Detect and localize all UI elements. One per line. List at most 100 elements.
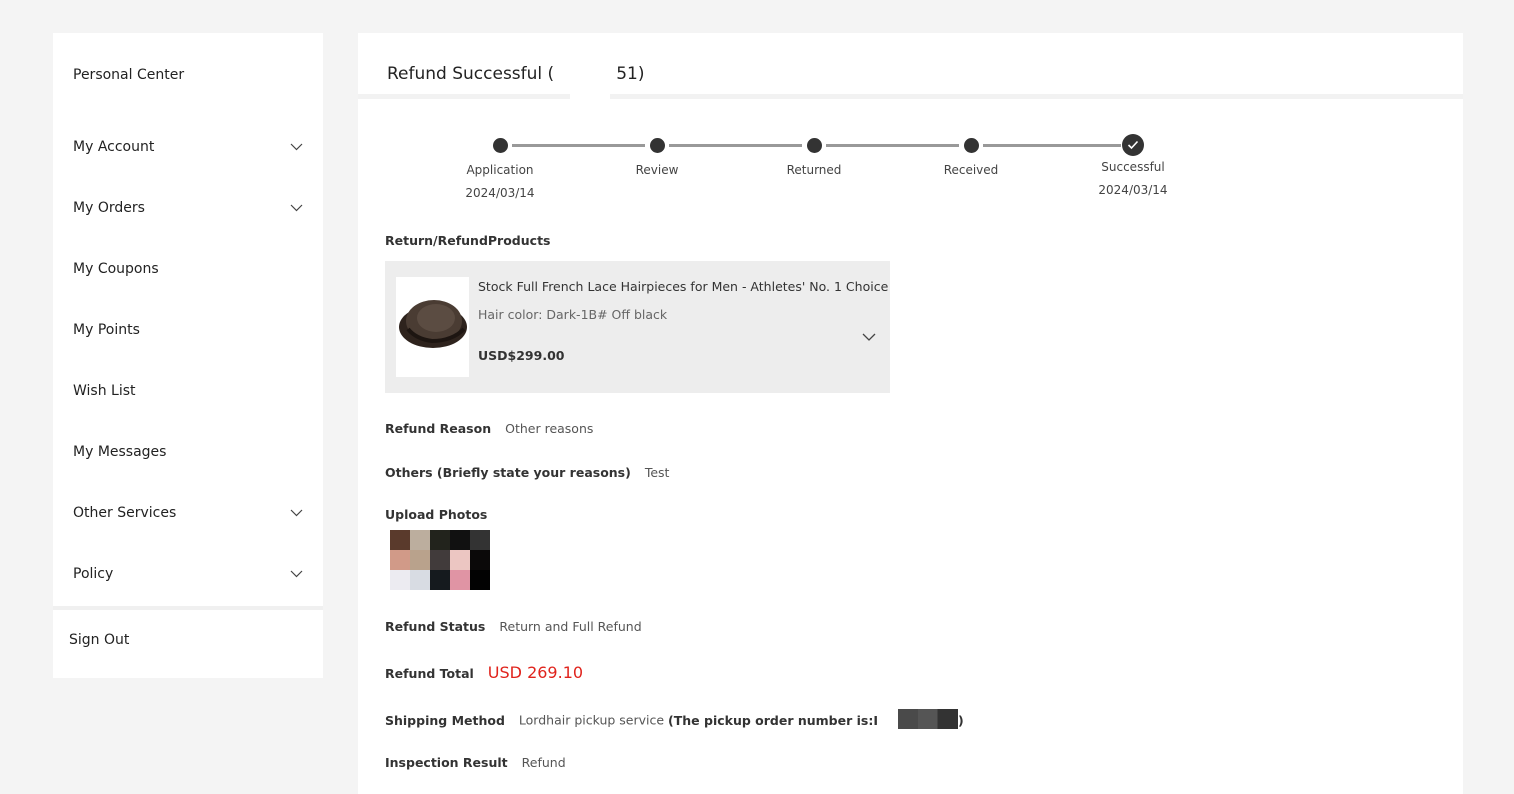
shipping-method-value: Lordhair pickup service (The pickup orde… (518, 709, 964, 731)
product-name: Stock Full French Lace Hairpieces for Me… (478, 279, 889, 294)
others-reason-row: Others (Briefly state your reasons) Test (385, 465, 669, 480)
inspection-result-row: Inspection Result Refund (385, 755, 566, 770)
sidebar-item-my-points[interactable]: My Points (53, 299, 323, 360)
upload-photos-label: Upload Photos (385, 507, 488, 522)
header-divider-gap (570, 94, 610, 99)
product-image (396, 277, 469, 377)
photo-pixel (430, 530, 450, 550)
step-dot-icon (492, 138, 508, 153)
sidebar-item-label: My Points (73, 321, 140, 338)
photo-pixel (390, 550, 410, 570)
step-label: Returned (786, 163, 842, 177)
photo-pixel (470, 570, 490, 590)
photo-pixel (410, 570, 430, 590)
photo-pixel (390, 530, 410, 550)
product-variant: Hair color: Dark-1B# Off black (478, 307, 668, 322)
others-reason-value: Test (644, 465, 670, 480)
photo-pixel (430, 570, 450, 590)
photo-pixel (430, 550, 450, 570)
refund-total-value: USD 269.10 (487, 663, 584, 682)
sidebar-item-policy[interactable]: Policy (53, 543, 323, 604)
step-label: Application (466, 163, 534, 177)
step-dot-icon (649, 138, 665, 153)
inspection-result-label: Inspection Result (385, 755, 508, 770)
chevron-down-icon[interactable] (289, 506, 303, 520)
sidebar-item-my-coupons[interactable]: My Coupons (53, 238, 323, 299)
sidebar-item-label: Personal Center (73, 66, 185, 83)
step-returned: Returned (754, 136, 874, 177)
chevron-down-icon[interactable] (289, 201, 303, 215)
chevron-down-icon[interactable] (289, 140, 303, 154)
sidebar-item-label: Policy (73, 565, 114, 582)
sidebar-item-personal-center[interactable]: Personal Center (53, 33, 323, 116)
main-panel: Refund Successful ( 51) Application 2024/0… (358, 33, 1463, 794)
page-title-prefix: Refund Successful ( (387, 64, 555, 84)
sidebar-item-my-messages[interactable]: My Messages (53, 421, 323, 482)
refund-reason-label: Refund Reason (385, 421, 492, 436)
photo-pixel (450, 550, 470, 570)
redacted-pickup-number (898, 709, 959, 729)
hairpiece-image (399, 300, 467, 348)
sidebar-item-label: My Coupons (73, 260, 159, 277)
refund-total-row: Refund Total USD 269.10 (385, 663, 583, 682)
photo-pixel (470, 550, 490, 570)
step-review: Review (597, 136, 717, 177)
page-title-suffix: 51) (616, 64, 645, 84)
step-label: Received (943, 163, 999, 177)
photo-pixel (410, 530, 430, 550)
refund-progress-stepper: Application 2024/03/14 Review Returned Recei… (458, 134, 1168, 206)
sidebar-item-my-orders[interactable]: My Orders (53, 177, 323, 238)
step-successful: Successful 2024/03/14 (1073, 134, 1193, 197)
sidebar-item-label: My Orders (73, 199, 145, 216)
refund-status-label: Refund Status (385, 619, 486, 634)
sign-out-label: Sign Out (69, 632, 130, 648)
photo-pixel (410, 550, 430, 570)
refund-status-row: Refund Status Return and Full Refund (385, 619, 642, 634)
step-dot-icon (806, 138, 822, 153)
refund-status-value: Return and Full Refund (499, 619, 642, 634)
page: Personal Center My Account My Orders My Cou… (0, 0, 1514, 794)
sidebar-item-label: My Messages (73, 443, 167, 460)
step-date: 2024/03/14 (465, 186, 535, 200)
page-header: Refund Successful ( 51) (358, 33, 1463, 99)
sidebar-item-label: My Account (73, 138, 155, 155)
page-title: Refund Successful ( 51) (387, 63, 644, 85)
pickup-order-note-suffix: ) (958, 712, 964, 728)
step-dot-icon (963, 138, 979, 153)
product-price: USD$299.00 (478, 348, 565, 363)
sidebar: Personal Center My Account My Orders My Cou… (53, 33, 323, 678)
sign-out-button[interactable]: Sign Out (53, 610, 323, 678)
chevron-down-icon[interactable] (289, 567, 303, 581)
uploaded-photo-thumbnail[interactable] (390, 530, 490, 590)
pickup-order-note-prefix: (The pickup order number is:I (668, 712, 879, 728)
shipping-method-name: Lordhair pickup service (518, 712, 665, 728)
product-card: Stock Full French Lace Hairpieces for Me… (385, 261, 890, 393)
products-section-title: Return/RefundProducts (385, 233, 551, 248)
step-application: Application 2024/03/14 (440, 136, 560, 200)
sidebar-item-other-services[interactable]: Other Services (53, 482, 323, 543)
header-divider (358, 94, 1463, 99)
photo-pixel (450, 570, 470, 590)
step-received: Received (911, 136, 1031, 177)
sidebar-item-wish-list[interactable]: Wish List (53, 360, 323, 421)
photo-pixel (450, 530, 470, 550)
sidebar-item-my-account[interactable]: My Account (53, 116, 323, 177)
others-reason-label: Others (Briefly state your reasons) (385, 465, 631, 480)
sidebar-item-label: Other Services (73, 504, 177, 521)
pickup-order-note: (The pickup order number is:I) (668, 709, 964, 729)
inspection-result-value: Refund (521, 755, 566, 770)
sidebar-item-label: Wish List (73, 382, 136, 399)
expand-product-chevron-icon[interactable] (862, 327, 878, 341)
refund-reason-row: Refund Reason Other reasons (385, 421, 593, 436)
refund-reason-value: Other reasons (505, 421, 594, 436)
step-label: Successful (1101, 160, 1165, 174)
refund-total-label: Refund Total (385, 666, 474, 681)
step-check-icon (1122, 134, 1144, 156)
shipping-method-label: Shipping Method (385, 712, 505, 728)
shipping-method-row: Shipping Method Lordhair pickup service … (385, 709, 964, 731)
step-label: Review (635, 163, 679, 177)
photo-pixel (390, 570, 410, 590)
redacted-order-number (554, 63, 617, 85)
photo-pixel (470, 530, 490, 550)
step-date: 2024/03/14 (1098, 183, 1168, 197)
